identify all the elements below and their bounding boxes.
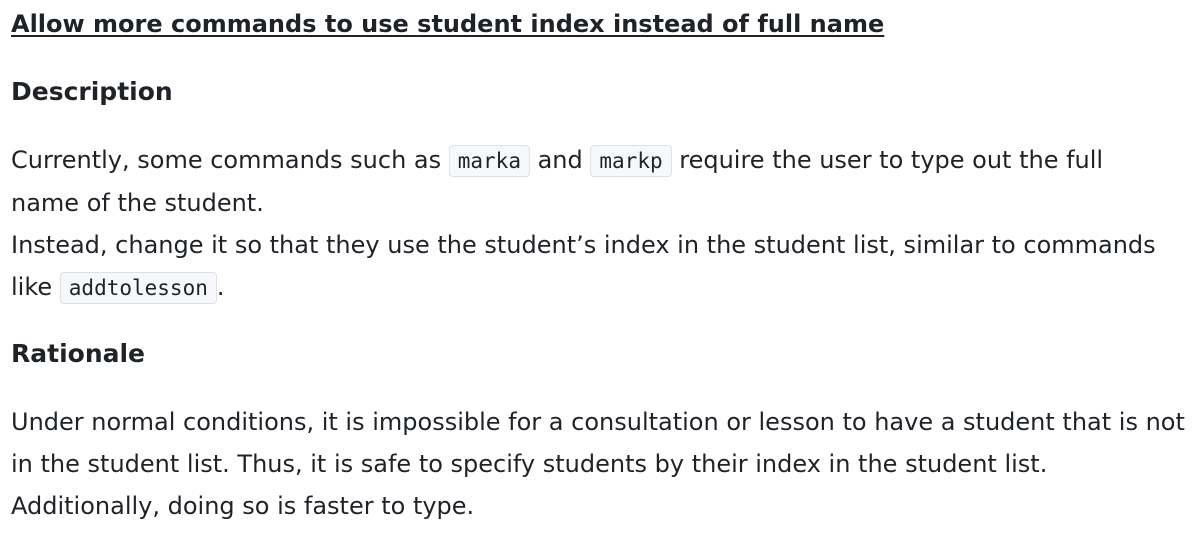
description-line-4: like addtolesson.: [11, 266, 1204, 309]
description-text-like: like: [11, 273, 60, 301]
description-heading: Description: [11, 77, 173, 106]
rationale-line-1: Under normal conditions, it is impossibl…: [11, 408, 1185, 436]
code-marka: marka: [448, 145, 530, 177]
code-addtolesson: addtolesson: [59, 272, 217, 304]
rationale-heading: Rationale: [11, 339, 146, 368]
description-text-period: .: [216, 273, 225, 301]
description-text-and: and: [529, 146, 591, 174]
rationale-line-2: in the student list. Thus, it is safe to…: [11, 450, 1048, 478]
description-line-1: Currently, some commands such as marka a…: [11, 139, 1204, 182]
issue-title: Allow more commands to use student index…: [11, 10, 885, 38]
description-text-before-marka: Currently, some commands such as: [11, 146, 449, 174]
description-line-3: Instead, change it so that they use the …: [11, 231, 1156, 259]
rationale-paragraph: Under normal conditions, it is impossibl…: [11, 401, 1204, 527]
code-markp: markp: [590, 145, 672, 177]
description-line-2: name of the student.: [11, 189, 264, 217]
issue-page: Allow more commands to use student index…: [0, 0, 1204, 539]
rationale-line-3: Additionally, doing so is faster to type…: [11, 492, 475, 520]
description-text-after-markp: require the user to type out the full: [671, 146, 1104, 174]
description-paragraph: Currently, some commands such as marka a…: [11, 139, 1204, 309]
